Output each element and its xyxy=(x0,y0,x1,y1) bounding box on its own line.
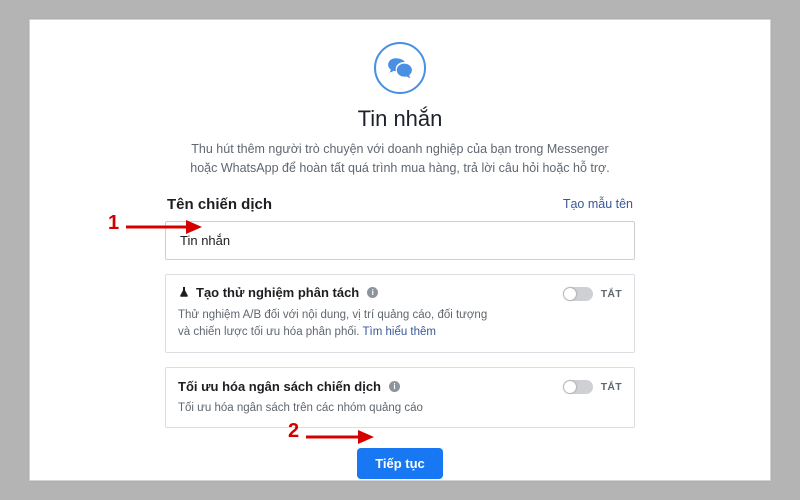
info-icon[interactable]: i xyxy=(389,381,400,392)
split-test-panel: Tạo thử nghiệm phân tách i Thử nghiệm A/… xyxy=(165,274,635,353)
learn-more-link[interactable]: Tìm hiểu thêm xyxy=(363,326,437,338)
split-test-toggle-state: TẮT xyxy=(601,288,622,300)
split-test-title: Tạo thử nghiệm phân tách xyxy=(196,285,359,300)
budget-opt-toggle[interactable] xyxy=(563,380,593,394)
continue-button[interactable]: Tiếp tục xyxy=(357,448,443,479)
campaign-name-label: Tên chiến dịch xyxy=(167,196,272,213)
budget-opt-desc: Tối ưu hóa ngân sách trên các nhóm quảng… xyxy=(178,400,498,417)
budget-opt-toggle-state: TẮT xyxy=(601,381,622,393)
annotation-number-2: 2 xyxy=(288,420,299,443)
info-icon[interactable]: i xyxy=(367,287,378,298)
ad-campaign-card: Tin nhắn Thu hút thêm người trò chuyện v… xyxy=(29,19,771,481)
page-subtitle: Thu hút thêm người trò chuyện với doanh … xyxy=(185,140,615,178)
split-test-desc: Thử nghiệm A/B đối với nội dung, vị trí … xyxy=(178,309,487,338)
campaign-name-input[interactable] xyxy=(178,232,626,249)
campaign-name-field[interactable] xyxy=(165,221,635,260)
budget-opt-title: Tối ưu hóa ngân sách chiến dịch xyxy=(178,379,381,394)
messages-icon xyxy=(374,42,426,94)
create-name-template-link[interactable]: Tạo mẫu tên xyxy=(563,197,633,211)
flask-icon xyxy=(178,286,190,298)
budget-opt-panel: Tối ưu hóa ngân sách chiến dịch i Tối ưu… xyxy=(165,367,635,428)
page-title: Tin nhắn xyxy=(165,106,635,132)
annotation-number-1: 1 xyxy=(108,212,119,235)
split-test-toggle[interactable] xyxy=(563,287,593,301)
